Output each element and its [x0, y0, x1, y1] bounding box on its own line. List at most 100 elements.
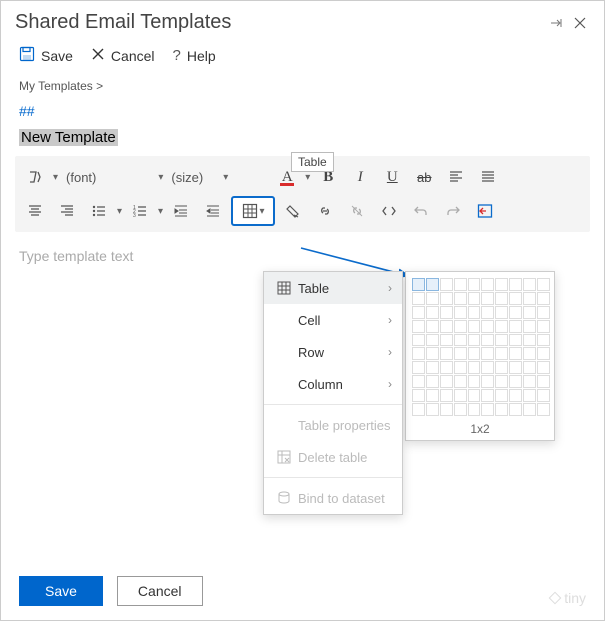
grid-cell[interactable]: [509, 389, 522, 402]
grid-cell[interactable]: [509, 320, 522, 333]
grid-cell[interactable]: [537, 347, 550, 360]
cancel-footer-button[interactable]: Cancel: [117, 576, 203, 606]
grid-cell[interactable]: [426, 375, 439, 388]
grid-cell[interactable]: [454, 403, 467, 416]
grid-cell[interactable]: [412, 334, 425, 347]
grid-cell[interactable]: [440, 361, 453, 374]
indent-button[interactable]: [167, 197, 195, 225]
template-name-field[interactable]: New Template: [19, 129, 586, 146]
menu-item-table[interactable]: Table ›: [264, 272, 402, 304]
grid-cell[interactable]: [537, 403, 550, 416]
grid-cell[interactable]: [454, 278, 467, 291]
grid-cell[interactable]: [495, 375, 508, 388]
grid-cell[interactable]: [468, 292, 481, 305]
grid-cell[interactable]: [523, 375, 536, 388]
grid-cell[interactable]: [468, 403, 481, 416]
grid-cell[interactable]: [537, 278, 550, 291]
outdent-button[interactable]: [199, 197, 227, 225]
grid-cell[interactable]: [523, 334, 536, 347]
align-left-button[interactable]: [442, 163, 470, 191]
grid-cell[interactable]: [454, 389, 467, 402]
grid-cell[interactable]: [537, 320, 550, 333]
grid-cell[interactable]: [468, 347, 481, 360]
grid-cell[interactable]: [523, 403, 536, 416]
grid-cell[interactable]: [509, 278, 522, 291]
redo-button[interactable]: [439, 197, 467, 225]
grid-cell[interactable]: [537, 375, 550, 388]
grid-cell[interactable]: [454, 306, 467, 319]
grid-cells[interactable]: [412, 278, 550, 416]
chevron-down-icon[interactable]: ▾: [158, 206, 163, 217]
grid-cell[interactable]: [495, 306, 508, 319]
menu-item-cell[interactable]: Cell ›: [264, 304, 402, 336]
grid-cell[interactable]: [426, 278, 439, 291]
grid-cell[interactable]: [495, 292, 508, 305]
grid-cell[interactable]: [426, 361, 439, 374]
grid-cell[interactable]: [537, 334, 550, 347]
grid-cell[interactable]: [537, 292, 550, 305]
grid-cell[interactable]: [481, 361, 494, 374]
close-icon[interactable]: [570, 13, 590, 33]
cancel-button[interactable]: Cancel: [91, 47, 155, 64]
chevron-down-icon[interactable]: ▾: [223, 172, 228, 183]
unlink-button[interactable]: [343, 197, 371, 225]
grid-cell[interactable]: [412, 278, 425, 291]
grid-cell[interactable]: [509, 375, 522, 388]
grid-cell[interactable]: [454, 292, 467, 305]
grid-cell[interactable]: [481, 292, 494, 305]
grid-cell[interactable]: [537, 306, 550, 319]
insert-button[interactable]: [471, 197, 499, 225]
grid-cell[interactable]: [412, 347, 425, 360]
grid-cell[interactable]: [468, 334, 481, 347]
size-selector[interactable]: (size): [167, 170, 207, 185]
link-button[interactable]: [311, 197, 339, 225]
grid-cell[interactable]: [440, 320, 453, 333]
grid-cell[interactable]: [495, 361, 508, 374]
grid-cell[interactable]: [440, 389, 453, 402]
grid-cell[interactable]: [523, 278, 536, 291]
grid-cell[interactable]: [481, 278, 494, 291]
grid-cell[interactable]: [426, 292, 439, 305]
font-selector[interactable]: (font): [62, 170, 100, 185]
grid-cell[interactable]: [523, 361, 536, 374]
grid-cell[interactable]: [481, 375, 494, 388]
strikethrough-button[interactable]: ab: [410, 163, 438, 191]
grid-cell[interactable]: [412, 320, 425, 333]
grid-cell[interactable]: [454, 361, 467, 374]
code-button[interactable]: [375, 197, 403, 225]
grid-cell[interactable]: [412, 306, 425, 319]
grid-cell[interactable]: [481, 320, 494, 333]
grid-cell[interactable]: [426, 334, 439, 347]
align-right-button[interactable]: [53, 197, 81, 225]
clear-format-button[interactable]: [279, 197, 307, 225]
grid-cell[interactable]: [481, 403, 494, 416]
grid-cell[interactable]: [495, 320, 508, 333]
grid-cell[interactable]: [426, 347, 439, 360]
chevron-down-icon[interactable]: ▾: [305, 172, 310, 183]
undo-button[interactable]: [407, 197, 435, 225]
table-button[interactable]: ▾: [231, 196, 275, 226]
grid-cell[interactable]: [481, 306, 494, 319]
grid-cell[interactable]: [426, 389, 439, 402]
grid-cell[interactable]: [495, 334, 508, 347]
grid-cell[interactable]: [537, 389, 550, 402]
grid-cell[interactable]: [495, 403, 508, 416]
grid-cell[interactable]: [454, 347, 467, 360]
grid-cell[interactable]: [412, 292, 425, 305]
grid-cell[interactable]: [509, 334, 522, 347]
grid-cell[interactable]: [509, 361, 522, 374]
grid-cell[interactable]: [440, 403, 453, 416]
grid-cell[interactable]: [523, 320, 536, 333]
grid-cell[interactable]: [509, 347, 522, 360]
grid-cell[interactable]: [468, 375, 481, 388]
grid-cell[interactable]: [523, 389, 536, 402]
grid-cell[interactable]: [468, 306, 481, 319]
grid-cell[interactable]: [454, 334, 467, 347]
grid-cell[interactable]: [440, 278, 453, 291]
bullet-list-button[interactable]: [85, 197, 113, 225]
pin-icon[interactable]: [546, 13, 566, 33]
grid-cell[interactable]: [412, 375, 425, 388]
grid-cell[interactable]: [426, 306, 439, 319]
grid-cell[interactable]: [481, 334, 494, 347]
grid-cell[interactable]: [523, 292, 536, 305]
